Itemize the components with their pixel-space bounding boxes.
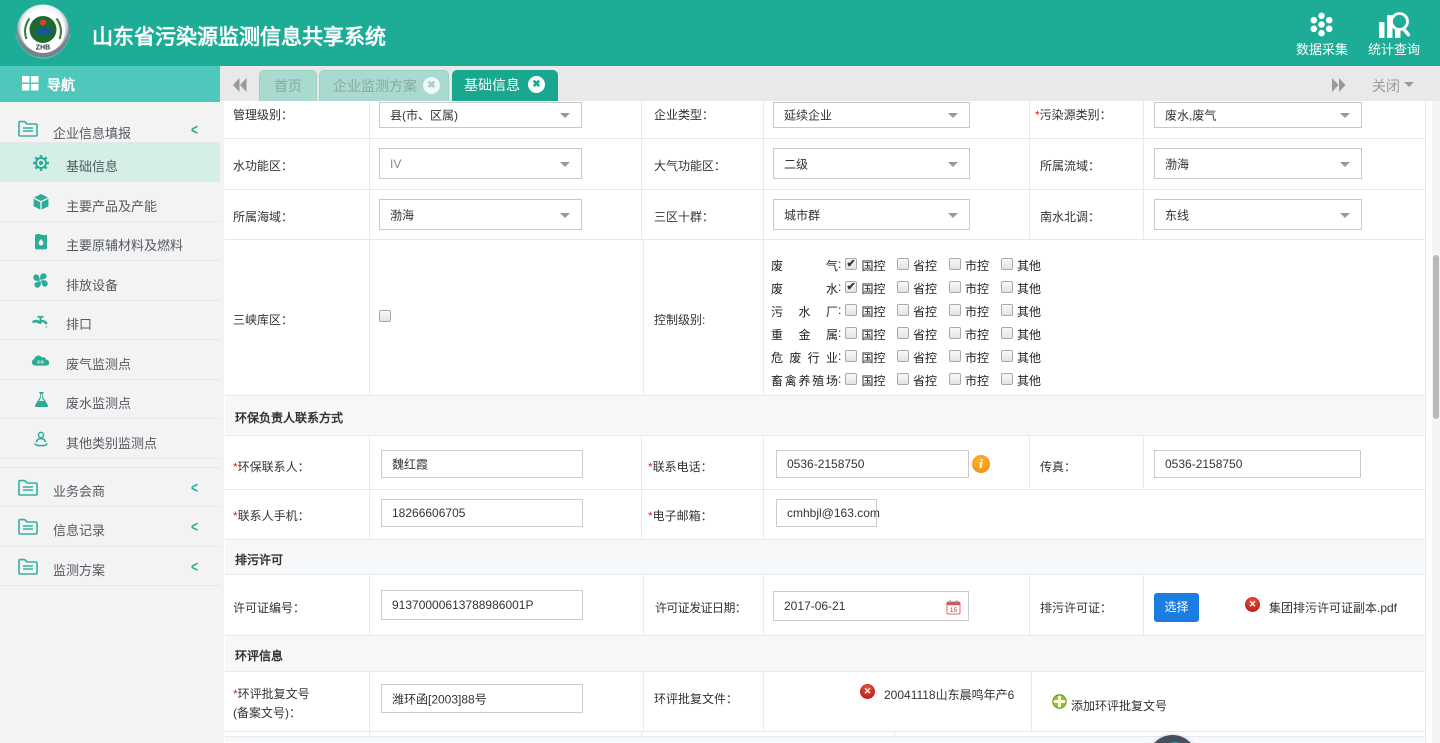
svg-text:co: co (37, 360, 44, 366)
svg-text:15: 15 (950, 607, 958, 614)
svg-text:ZHB: ZHB (36, 45, 50, 52)
